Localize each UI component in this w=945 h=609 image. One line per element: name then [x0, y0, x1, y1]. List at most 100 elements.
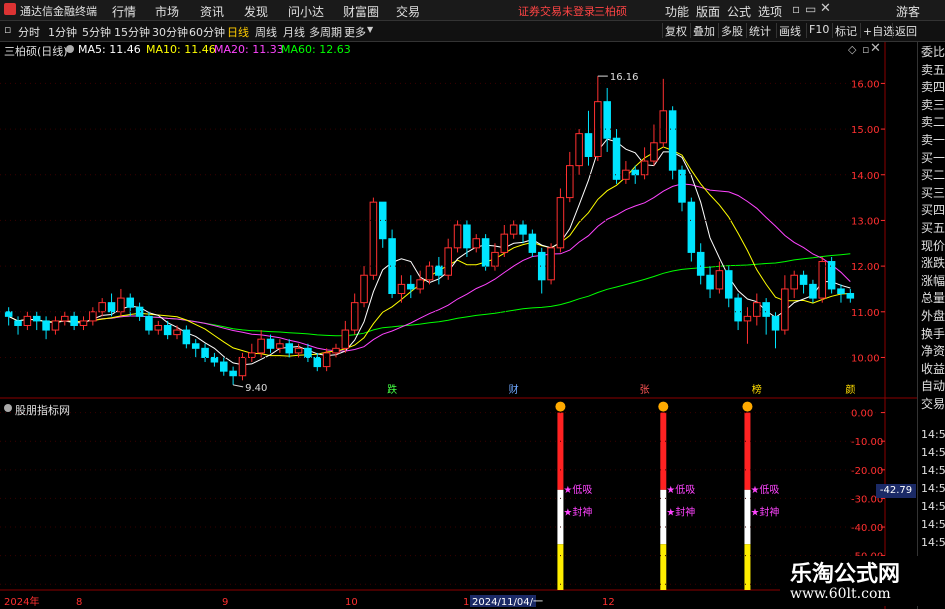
panel-close-icon[interactable]: ✕ — [870, 41, 881, 56]
restore-icon[interactable]: ▭ — [805, 2, 816, 16]
side-item-3[interactable]: 卖三 — [921, 97, 945, 113]
btn-tongji[interactable]: 统计 — [746, 23, 773, 38]
candle-body-6 — [61, 315, 69, 322]
candle-body-45 — [425, 265, 434, 281]
ma10-label: MA10: 11.46 — [146, 43, 216, 56]
candle-body-48 — [453, 224, 462, 249]
side-item-14[interactable]: 总量 — [921, 290, 945, 306]
side-item-19[interactable]: 自动 — [921, 378, 945, 394]
ind-bar-yellow-1 — [660, 544, 667, 590]
side-item-0[interactable]: 委比 — [921, 44, 945, 60]
minimize-icon[interactable]: ▫ — [792, 2, 800, 16]
toolbar-menu-icon[interactable]: ▫ — [4, 23, 11, 36]
signal-seal-label-2: ★封神 — [750, 506, 779, 519]
guest-label[interactable]: 游客 — [896, 3, 920, 20]
side-item-13[interactable]: 涨幅 — [921, 273, 945, 289]
btn-huaxian[interactable]: 画线 — [776, 23, 803, 38]
candle-body-83 — [781, 288, 789, 331]
tf-weekly[interactable]: 周线 — [255, 24, 277, 40]
diamond-icon[interactable]: ◇ — [848, 43, 856, 56]
side-item-6[interactable]: 买一 — [921, 150, 945, 166]
tf-daily[interactable]: 日线 — [227, 24, 249, 40]
side-item-9[interactable]: 买四 — [921, 202, 945, 218]
candle-body-1 — [14, 320, 22, 326]
top-formula[interactable]: 公式 — [727, 3, 751, 20]
side-item-1[interactable]: 卖五 — [921, 62, 945, 78]
side-item-20[interactable]: 交易 — [921, 396, 945, 412]
side-time-6: 14:56 — [921, 536, 945, 549]
btn-diejia[interactable]: 叠加 — [690, 23, 717, 38]
menu-wenxiaoda[interactable]: 问小达 — [288, 3, 324, 20]
side-item-15[interactable]: 外盘 — [921, 308, 945, 324]
candle-body-88 — [827, 261, 836, 290]
side-item-16[interactable]: 换手 — [921, 326, 945, 342]
candle-body-73 — [687, 201, 696, 253]
candle-body-26 — [248, 352, 256, 358]
low-annotation: 9.40 — [245, 383, 267, 394]
tf-30min[interactable]: 30分钟 — [152, 24, 188, 40]
signal-buy-label-1: ★低吸 — [666, 483, 695, 496]
top-layout[interactable]: 版面 — [696, 3, 720, 20]
candle-body-61 — [575, 133, 583, 167]
candle-body-87 — [818, 261, 827, 299]
btn-f10[interactable]: F10 — [806, 23, 831, 38]
login-notice[interactable]: 证券交易未登录 — [518, 3, 595, 19]
chart-title: 三柏硕(日线) — [4, 45, 68, 58]
menu-faxian[interactable]: 发现 — [244, 3, 268, 20]
candle-body-71 — [668, 110, 677, 171]
menu-zixun[interactable]: 资讯 — [200, 3, 224, 20]
y-axis-indicator: 0.00-10.00-20.00-30.00-40.00-50.00-60.00 — [0, 409, 885, 591]
tf-5min[interactable]: 5分钟 — [82, 24, 111, 40]
indicator-settings-icon[interactable] — [4, 404, 12, 412]
btn-back[interactable]: 返回 — [892, 23, 919, 38]
side-item-8[interactable]: 买三 — [921, 185, 945, 201]
side-item-11[interactable]: 现价 — [921, 238, 945, 254]
ma-settings-icon[interactable] — [66, 45, 74, 53]
btn-fuquan[interactable]: 复权 — [662, 23, 689, 38]
watermark-title: 乐淘公式网 — [790, 562, 901, 587]
signal-buy-label-0: ★低吸 — [563, 483, 592, 496]
menu-shichang[interactable]: 市场 — [155, 3, 179, 20]
side-item-4[interactable]: 卖二 — [921, 114, 945, 130]
side-item-2[interactable]: 卖四 — [921, 79, 945, 95]
indicator-panel: ★低吸 ★封神 ★低吸 ★封神 ★低吸 ★封神 — [555, 401, 779, 590]
candle-body-81 — [762, 302, 770, 317]
btn-biaoji[interactable]: 标记 — [832, 23, 859, 38]
ind-bar-yellow-2 — [744, 544, 751, 590]
side-item-7[interactable]: 买二 — [921, 167, 945, 183]
signal-buy-label-2: ★低吸 — [750, 483, 779, 496]
candle-body-57 — [537, 251, 546, 281]
x-label-6: 12 — [602, 597, 615, 608]
candle-body-69 — [650, 142, 658, 162]
side-item-10[interactable]: 买五 — [921, 220, 945, 236]
side-item-5[interactable]: 卖一 — [921, 132, 945, 148]
side-item-18[interactable]: 收益 — [921, 361, 945, 377]
expand-icon[interactable]: ▫ — [862, 43, 869, 56]
tf-fenshi[interactable]: 分时 — [18, 24, 40, 40]
menu-jiaoyi[interactable]: 交易 — [396, 3, 420, 20]
candle-body-86 — [809, 283, 817, 299]
tf-1min[interactable]: 1分钟 — [48, 24, 77, 40]
tf-multi[interactable]: 多周期 — [309, 24, 342, 40]
tf-15min[interactable]: 15分钟 — [114, 24, 150, 40]
side-item-12[interactable]: 涨跌 — [921, 255, 945, 271]
chevron-down-icon[interactable]: ▼ — [367, 25, 373, 34]
top-options[interactable]: 选项 — [758, 3, 782, 20]
btn-add-watchlist[interactable]: +自选 — [860, 23, 896, 38]
top-function[interactable]: 功能 — [665, 3, 689, 20]
tf-60min[interactable]: 60分钟 — [189, 24, 225, 40]
side-item-17[interactable]: 净资 — [921, 343, 945, 359]
candle-body-24 — [229, 370, 237, 377]
tf-more[interactable]: 更多 — [344, 24, 366, 40]
kline-chart[interactable]: 16.0015.0014.0013.0012.0011.0010.00 ★低吸★… — [0, 42, 917, 609]
x-label-0: 2024年 — [4, 595, 39, 608]
menu-hangqing[interactable]: 行情 — [112, 3, 136, 20]
candle-body-4 — [42, 320, 50, 331]
candle-body-72 — [678, 169, 686, 203]
ind-bar-red-1 — [660, 412, 667, 490]
btn-duogu[interactable]: 多股 — [718, 23, 745, 38]
tf-monthly[interactable]: 月线 — [283, 24, 305, 40]
menu-caifuquan[interactable]: 财富圈 — [343, 3, 379, 20]
close-icon[interactable]: ✕ — [820, 1, 831, 16]
candle-body-34 — [322, 352, 331, 368]
